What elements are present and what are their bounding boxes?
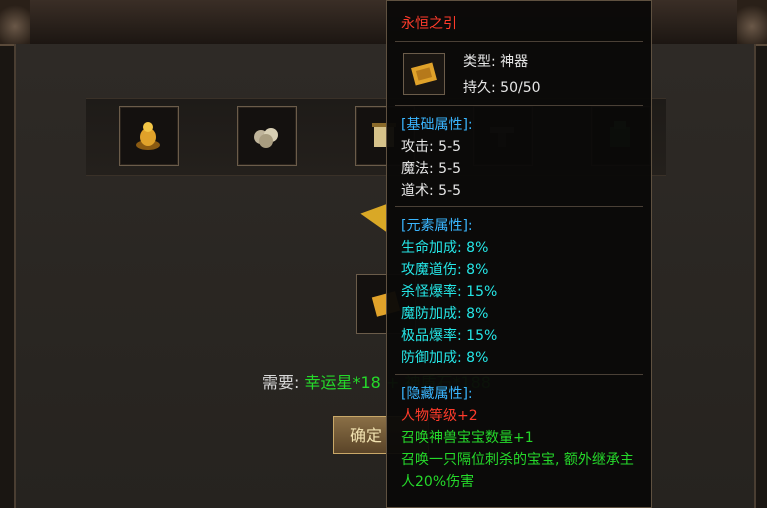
stat-taoism: 道术: 5-5 bbox=[401, 183, 462, 199]
divider bbox=[395, 374, 643, 375]
hidden-description-line-1: 召唤一只隔位刺杀的宝宝, 额外继承主 bbox=[401, 452, 634, 468]
stat-magic-defense: 魔防加成: 8% bbox=[401, 306, 489, 322]
hidden-level-bonus: 人物等级+2 bbox=[401, 408, 478, 424]
item-icon-frame bbox=[403, 53, 445, 95]
dragon-ornament-icon bbox=[0, 0, 30, 44]
element-attributes-header: [元素属性]: bbox=[401, 218, 473, 234]
item-tooltip: 永恒之引 类型: 神器 持久: 50/50 [基础属性]: 攻击: 5-5 魔法… bbox=[386, 0, 652, 508]
material-slot-1[interactable] bbox=[119, 106, 179, 166]
requirement-label: 需要: bbox=[262, 373, 300, 392]
hidden-summon-bonus: 召唤神兽宝宝数量+1 bbox=[401, 430, 534, 446]
stat-drop-rate: 杀怪爆率: 15% bbox=[401, 284, 498, 300]
item-name: 永恒之引 bbox=[401, 16, 457, 32]
stat-magic: 魔法: 5-5 bbox=[401, 161, 462, 177]
buddha-idol-icon bbox=[136, 122, 160, 150]
material-slot-2[interactable] bbox=[237, 106, 297, 166]
stat-rare-drop: 极品爆率: 15% bbox=[401, 328, 498, 344]
stat-damage-bonus: 攻魔道伤: 8% bbox=[401, 262, 489, 278]
stat-defense-bonus: 防御加成: 8% bbox=[401, 350, 489, 366]
hidden-description-line-2: 人20%伤害 bbox=[401, 474, 475, 490]
item-durability: 持久: 50/50 bbox=[463, 80, 541, 96]
hidden-attributes-header: [隐藏属性]: bbox=[401, 386, 473, 402]
dragon-ornament-icon bbox=[737, 0, 767, 44]
divider bbox=[395, 206, 643, 207]
artifact-icon bbox=[411, 62, 437, 86]
stat-hp-bonus: 生命加成: 8% bbox=[401, 240, 489, 256]
divider bbox=[395, 41, 643, 42]
item-type: 类型: 神器 bbox=[463, 54, 529, 70]
divider bbox=[395, 105, 643, 106]
silver-coins-icon bbox=[254, 128, 278, 148]
basic-attributes-header: [基础属性]: bbox=[401, 117, 473, 133]
stat-attack: 攻击: 5-5 bbox=[401, 139, 462, 155]
